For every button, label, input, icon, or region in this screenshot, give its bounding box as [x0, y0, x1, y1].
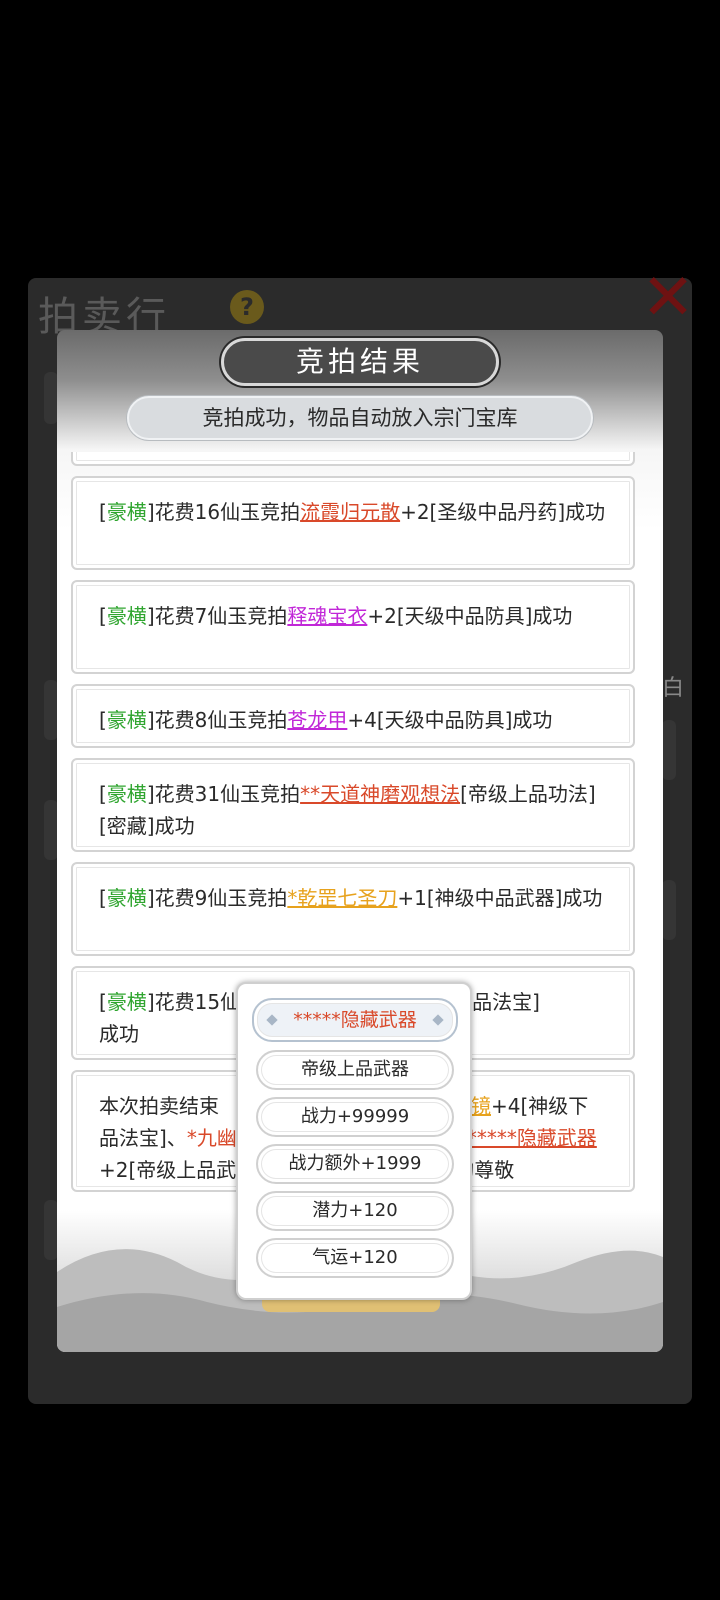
close-x-icon[interactable]: ✕: [640, 266, 696, 330]
dialog-title: 竞拍结果: [221, 338, 499, 386]
background-tab: [44, 372, 58, 424]
list-item: [豪横]花费16仙玉竞拍流霞归元散+2[圣级中品丹药]成功: [71, 476, 635, 570]
popup-option-power[interactable]: 战力+99999: [256, 1097, 454, 1137]
tag-label: 豪横: [106, 604, 147, 628]
background-row: [44, 680, 58, 740]
popup-option-potential[interactable]: 潜力+120: [256, 1191, 454, 1231]
list-item: [71, 452, 635, 466]
diamond-icon: [266, 1014, 278, 1026]
background-row: [662, 720, 676, 780]
list-item: [豪横]花费31仙玉竞拍**天道神磨观想法[帝级上品功法][密藏]成功: [71, 758, 635, 852]
item-link[interactable]: 流霞归元散: [300, 500, 400, 524]
tag-label: 豪横: [106, 886, 147, 910]
popup-option-extra-power[interactable]: 战力额外+1999: [256, 1144, 454, 1184]
background-row: [44, 1200, 58, 1260]
item-link[interactable]: **天道神磨观想法: [300, 782, 460, 806]
diamond-icon: [432, 1014, 444, 1026]
item-link[interactable]: *九幽: [187, 1126, 237, 1150]
tag-label: 豪横: [106, 708, 147, 732]
tag-label: 豪横: [106, 500, 147, 524]
item-link[interactable]: *****隐藏武器: [467, 1126, 597, 1150]
popup-option-luck[interactable]: 气运+120: [256, 1238, 454, 1278]
popup-option-weapon-grade[interactable]: 帝级上品武器: [256, 1050, 454, 1090]
list-item: [豪横]花费9仙玉竞拍*乾罡七圣刀+1[神级中品武器]成功: [71, 862, 635, 956]
tag-label: 豪横: [106, 990, 147, 1014]
tag-label: 豪横: [106, 782, 147, 806]
item-link[interactable]: 苍龙甲: [287, 708, 347, 732]
list-item: [豪横]花费8仙玉竞拍苍龙甲+4[天级中品防具]成功: [71, 684, 635, 748]
list-item: [豪横]花费7仙玉竞拍释魂宝衣+2[天级中品防具]成功: [71, 580, 635, 674]
dialog-subtitle: 竞拍成功，物品自动放入宗门宝库: [127, 396, 593, 440]
background-partial-text: 白: [662, 676, 685, 701]
popup-option-hidden-weapon[interactable]: *****隐藏武器: [252, 998, 458, 1042]
item-detail-popup: *****隐藏武器 帝级上品武器 战力+99999 战力额外+1999 潜力+1…: [236, 982, 472, 1300]
question-mark-icon[interactable]: ?: [230, 290, 264, 324]
background-row: [662, 880, 676, 940]
background-row: [44, 800, 58, 860]
item-link[interactable]: 释魂宝衣: [287, 604, 367, 628]
item-link[interactable]: *乾罡七圣刀: [287, 886, 397, 910]
